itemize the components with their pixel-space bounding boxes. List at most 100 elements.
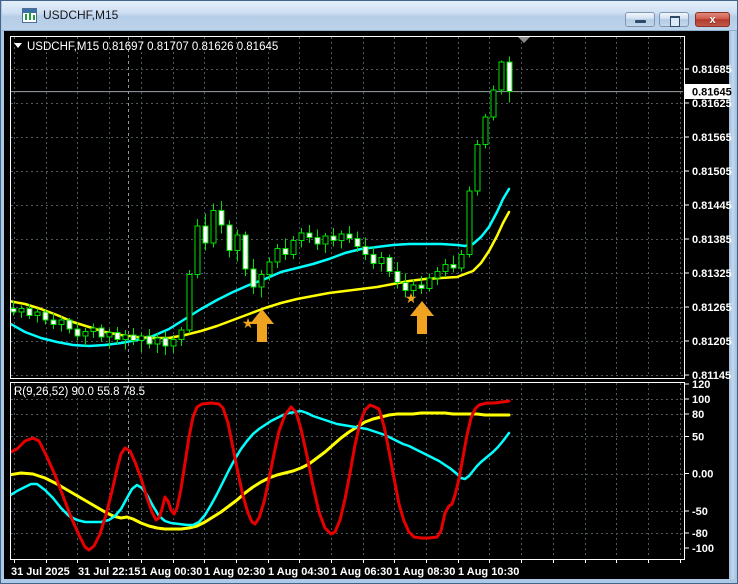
price-axis[interactable]: 0.81685 0.81625 0.81565 0.81505 0.81445 0.813… bbox=[684, 64, 732, 382]
bull-candle-body bbox=[474, 143, 481, 192]
bull-candle-body bbox=[186, 274, 193, 331]
bear-candle-body bbox=[42, 311, 49, 321]
time-axis-label: 1 Aug 02:30 bbox=[204, 566, 265, 578]
bull-candle-body bbox=[178, 329, 185, 340]
star-icon: ★ bbox=[242, 315, 255, 331]
bull-candle-body bbox=[466, 190, 473, 255]
indicator-axis-label: -50 bbox=[692, 506, 708, 518]
price-axis-label: 0.81385 bbox=[692, 234, 732, 246]
oscillator-cyan-line bbox=[11, 409, 511, 527]
current-price-label: 0.81645 bbox=[692, 87, 732, 99]
time-axis-label: 1 Aug 04:30 bbox=[268, 566, 329, 578]
grid-lines bbox=[11, 37, 683, 558]
bull-candle-body bbox=[338, 233, 345, 242]
indicator-axis-label: 0.00 bbox=[692, 469, 713, 481]
bull-candle-body bbox=[482, 116, 489, 145]
bull-candle-body bbox=[498, 61, 505, 91]
bull-candle-body bbox=[442, 264, 449, 272]
chart-window: USDCHF,M15 x ★ ★ USDCHF,M15 0.81697 0.8170… bbox=[0, 0, 738, 584]
bear-candle-body bbox=[386, 257, 393, 272]
bear-candle-body bbox=[354, 237, 361, 247]
oscillator-red-line bbox=[11, 399, 511, 552]
indicator-axis-label: -100 bbox=[692, 543, 714, 555]
bear-candle-body bbox=[50, 319, 57, 326]
bear-candle-body bbox=[218, 210, 225, 226]
bear-candle-body bbox=[130, 334, 137, 341]
price-axis-label: 0.81565 bbox=[692, 132, 732, 144]
bull-candle-body bbox=[138, 335, 145, 341]
oscillator-lines bbox=[11, 399, 511, 552]
bull-candle-body bbox=[194, 225, 201, 276]
bull-candle-body bbox=[298, 232, 305, 242]
indicator-axis-label: 50 bbox=[692, 431, 704, 443]
bear-candle-body bbox=[26, 308, 33, 317]
bull-candle-body bbox=[170, 338, 177, 347]
time-axis[interactable]: 31 Jul 2025 31 Jul 22:15 1 Aug 00:30 1 Aug … bbox=[11, 560, 681, 578]
bull-candle-body bbox=[322, 235, 329, 245]
bear-candle-body bbox=[282, 248, 289, 255]
bear-candle-body bbox=[394, 270, 401, 284]
bull-candle-body bbox=[34, 311, 41, 317]
bear-candle-body bbox=[314, 236, 321, 245]
bull-candle-body bbox=[154, 337, 161, 345]
bull-candle-body bbox=[490, 89, 497, 118]
bear-candle-body bbox=[74, 328, 81, 337]
bear-candle-body bbox=[146, 335, 153, 345]
bull-candle-body bbox=[426, 277, 433, 289]
bear-candle-body bbox=[330, 235, 337, 242]
bull-candle-body bbox=[378, 257, 385, 264]
bull-candle-body bbox=[234, 234, 241, 251]
bear-candle-body bbox=[362, 245, 369, 255]
price-axis-label: 0.81265 bbox=[692, 302, 732, 314]
bull-candle-body bbox=[58, 319, 65, 326]
price-axis-label: 0.81445 bbox=[692, 200, 732, 212]
bull-candle-body bbox=[122, 334, 129, 340]
bear-candle-body bbox=[162, 337, 169, 347]
bull-candle-body bbox=[90, 327, 97, 332]
time-axis-label: 31 Jul 2025 bbox=[11, 566, 70, 578]
bull-candle-body bbox=[266, 261, 273, 276]
bear-candle-body bbox=[306, 232, 313, 238]
chevron-down-icon[interactable] bbox=[14, 43, 22, 48]
time-axis-label: 1 Aug 06:30 bbox=[331, 566, 392, 578]
bear-candle-body bbox=[11, 308, 17, 313]
indicator-panel-border bbox=[10, 382, 685, 560]
indicator-axis-label: 80 bbox=[692, 409, 704, 421]
bear-candle-body bbox=[418, 284, 425, 289]
symbol-ohlc-label: USDCHF,M15 0.81697 0.81707 0.81626 0.816… bbox=[27, 41, 278, 53]
buy-arrow-object[interactable]: ★ bbox=[405, 290, 434, 334]
bear-candle-body bbox=[202, 225, 209, 244]
chart-shift-marker[interactable] bbox=[518, 37, 530, 43]
bear-candle-body bbox=[250, 268, 257, 288]
bear-candle-body bbox=[450, 264, 457, 269]
bear-candle-body bbox=[370, 253, 377, 264]
bear-candle-body bbox=[98, 327, 105, 338]
price-axis-label: 0.81205 bbox=[692, 336, 732, 348]
bear-candle-body bbox=[114, 332, 121, 340]
bear-candle-body bbox=[226, 224, 233, 251]
bull-candle-body bbox=[18, 308, 25, 313]
star-icon: ★ bbox=[405, 290, 418, 306]
bull-candle-body bbox=[274, 248, 281, 263]
price-axis-label: 0.81625 bbox=[692, 98, 732, 110]
bull-candle-body bbox=[258, 274, 265, 288]
chart-canvas[interactable]: ★ ★ USDCHF,M15 0.81697 0.81707 0.81626 0.8… bbox=[1, 1, 738, 584]
bear-candle-body bbox=[66, 319, 73, 330]
indicator-axis[interactable]: 120 100 80 50 0.00 -50 -80 -100 bbox=[684, 379, 714, 555]
indicator-axis-label: 100 bbox=[692, 394, 710, 406]
bull-candle-body bbox=[290, 240, 297, 255]
time-axis-label: 1 Aug 00:30 bbox=[141, 566, 202, 578]
time-axis-label: 31 Jul 22:15 bbox=[78, 566, 140, 578]
main-chart-header: USDCHF,M15 0.81697 0.81707 0.81626 0.816… bbox=[14, 41, 278, 53]
price-axis-label: 0.81505 bbox=[692, 166, 732, 178]
time-axis-label: 1 Aug 10:30 bbox=[458, 566, 519, 578]
indicator-axis-label: 120 bbox=[692, 379, 710, 391]
indicator-name-label: R(9,26,52) 90.0 55.8 78.5 bbox=[14, 386, 145, 398]
bear-candle-body bbox=[242, 234, 249, 270]
bear-candle-body bbox=[506, 61, 513, 93]
price-axis-label: 0.81325 bbox=[692, 268, 732, 280]
time-axis-label: 1 Aug 08:30 bbox=[394, 566, 455, 578]
bull-candle-body bbox=[106, 332, 113, 338]
bull-candle-body bbox=[82, 330, 89, 337]
bull-candle-body bbox=[210, 210, 217, 244]
